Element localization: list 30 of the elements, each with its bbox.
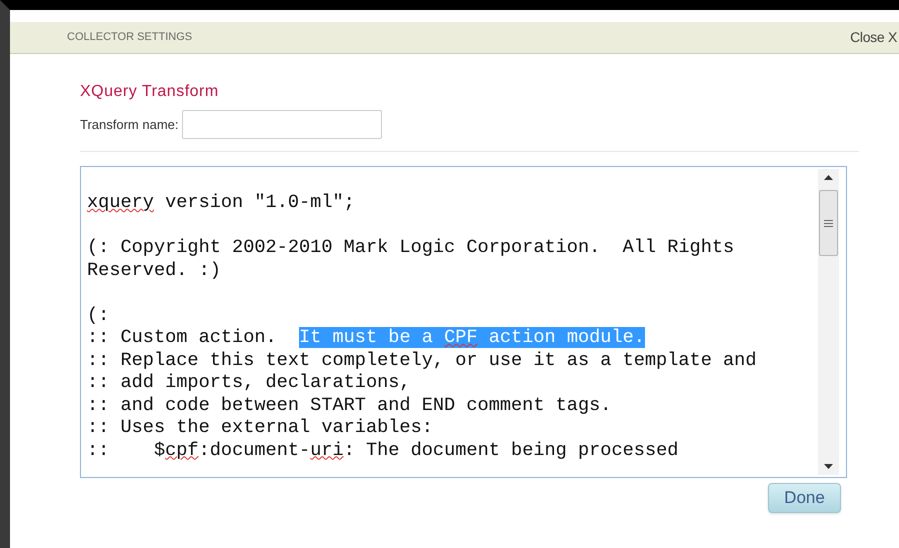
selected-text: action module.: [478, 327, 645, 348]
code-text: :: and code between START and END comment tags.: [87, 394, 612, 416]
misspelled-word: cpf: [165, 440, 199, 460]
code-text: : The document being processed: [344, 440, 678, 460]
code-text: (: Copyright 2002-2010 Mark Logic Corporation. All Rights: [87, 237, 734, 258]
code-editor[interactable]: [80, 166, 847, 478]
code-text: :: Replace this text completely, or use it as a template and: [87, 350, 756, 370]
code-text: (:: [87, 304, 110, 326]
code-text: Reserved. :): [87, 260, 221, 280]
section-title: XQuery Transform: [80, 82, 220, 102]
misspelled-word: CPF: [444, 327, 478, 348]
transform-name-input[interactable]: [182, 110, 382, 139]
scrollbar[interactable]: [818, 169, 839, 475]
selected-text: It must be a: [299, 327, 444, 348]
scrollbar-thumb[interactable]: [819, 190, 838, 256]
misspelled-word: uri: [310, 440, 344, 460]
code-text: version "1.0-ml";: [164, 192, 355, 213]
code-text: :: $: [87, 440, 166, 460]
code-text: :: Uses the external variables:: [87, 417, 433, 438]
code-text: :: add imports, declarations,: [87, 372, 411, 393]
scroll-up-icon[interactable]: [824, 175, 833, 180]
grip-icon: [824, 220, 833, 226]
misspelled-word: xquery: [87, 192, 154, 213]
field-label: Transform name:: [80, 116, 178, 134]
scroll-down-icon[interactable]: [824, 464, 833, 469]
close-link[interactable]: Close X: [850, 27, 897, 48]
dialog-title: COLLECTOR SETTINGS: [67, 30, 192, 46]
code-text: :document-: [198, 440, 310, 460]
code-text: :: Custom action.: [87, 327, 278, 348]
done-button[interactable]: Done: [768, 483, 841, 513]
